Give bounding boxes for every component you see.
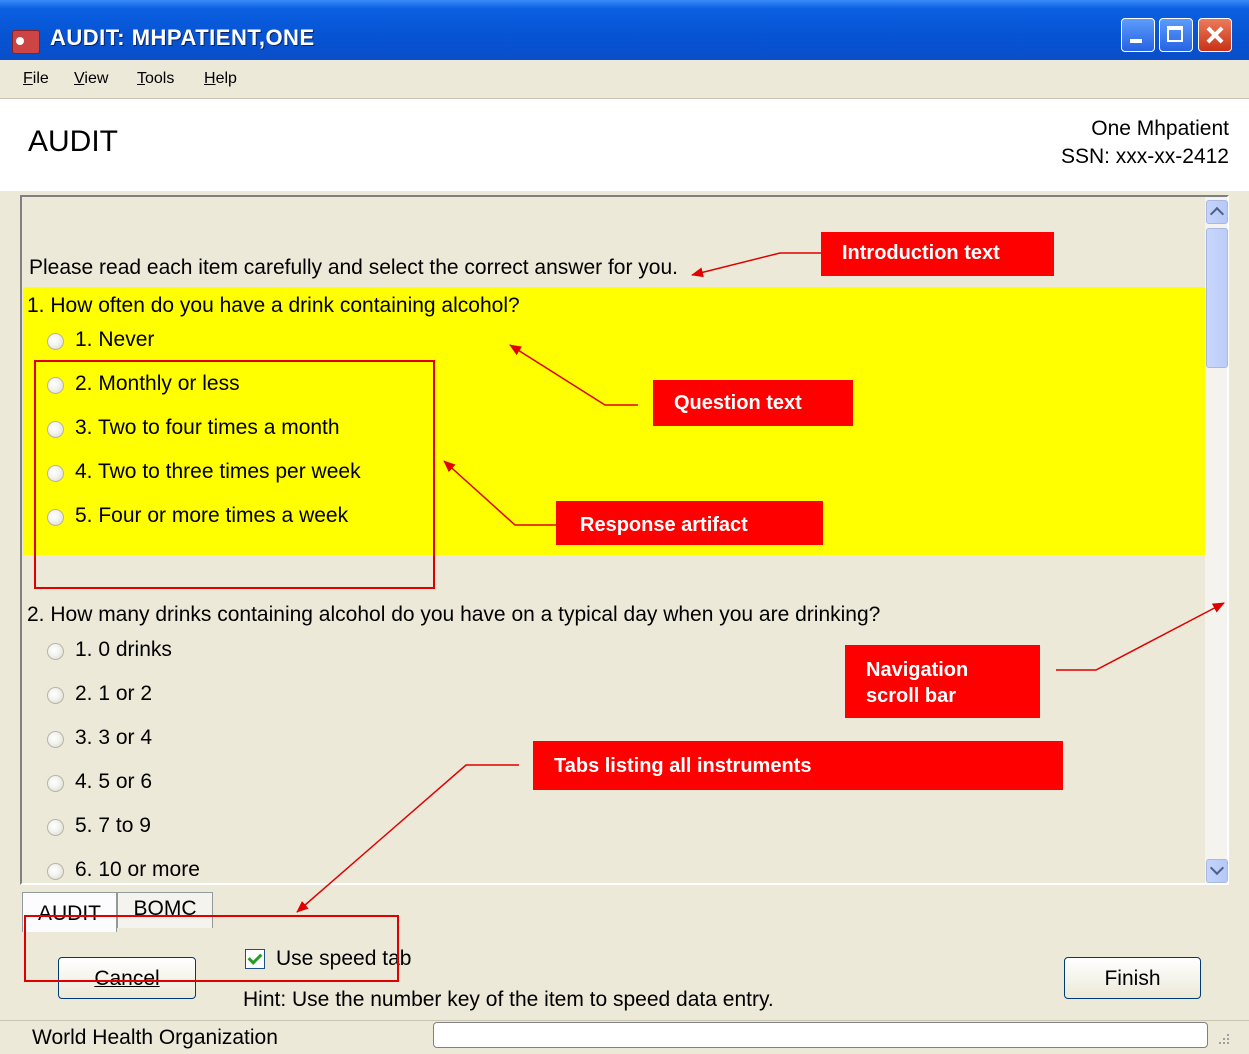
callout-introduction-text: Introduction text (821, 232, 1054, 276)
question-2-text: 2. How many drinks containing alcohol do… (27, 603, 881, 626)
maximize-button[interactable] (1159, 18, 1193, 52)
patient-name: One Mhpatient (1091, 117, 1229, 140)
scroll-down-arrow-icon[interactable] (1206, 859, 1228, 883)
radio-button[interactable] (47, 819, 64, 836)
radio-button[interactable] (47, 775, 64, 792)
intro-text: Please read each item carefully and sele… (29, 256, 678, 279)
progress-bar (433, 1022, 1208, 1048)
radio-button[interactable] (47, 687, 64, 704)
tabs-annotation-box (24, 915, 399, 982)
callout-response-artifact: Response artifact (556, 501, 823, 545)
callout-tabs-listing: Tabs listing all instruments (533, 741, 1063, 790)
radio-button[interactable] (47, 333, 64, 350)
resize-grip-icon[interactable] (1215, 1030, 1231, 1046)
patient-ssn: SSN: xxx-xx-2412 (1060, 145, 1229, 168)
menu-view[interactable]: View (74, 70, 108, 88)
finish-button-label: Finish (1104, 967, 1161, 990)
hint-text: Hint: Use the number key of the item to … (243, 988, 774, 1011)
minimize-button[interactable] (1121, 18, 1155, 52)
menu-bar (0, 60, 1249, 98)
scroll-up-arrow-icon[interactable] (1206, 200, 1228, 224)
scrollbar-thumb[interactable] (1206, 228, 1228, 368)
menu-help[interactable]: Help (204, 70, 237, 88)
question-1-text: 1. How often do you have a drink contain… (27, 294, 520, 317)
close-button[interactable] (1198, 18, 1232, 52)
callout-navigation-scroll-bar: Navigation scroll bar (845, 645, 1040, 718)
window-title: AUDIT: MHPATIENT,ONE (50, 25, 315, 50)
menu-tools[interactable]: Tools (137, 70, 174, 88)
callout-question-text: Question text (653, 380, 853, 426)
menu-file[interactable]: File (23, 70, 49, 88)
form-title: AUDIT (28, 125, 118, 158)
radio-button[interactable] (47, 643, 64, 660)
status-text: World Health Organization (32, 1026, 278, 1049)
response-annotation-box (34, 360, 435, 589)
finish-button[interactable]: Finish (1064, 957, 1201, 999)
radio-button[interactable] (47, 863, 64, 880)
app-icon[interactable] (12, 30, 40, 54)
radio-button[interactable] (47, 731, 64, 748)
